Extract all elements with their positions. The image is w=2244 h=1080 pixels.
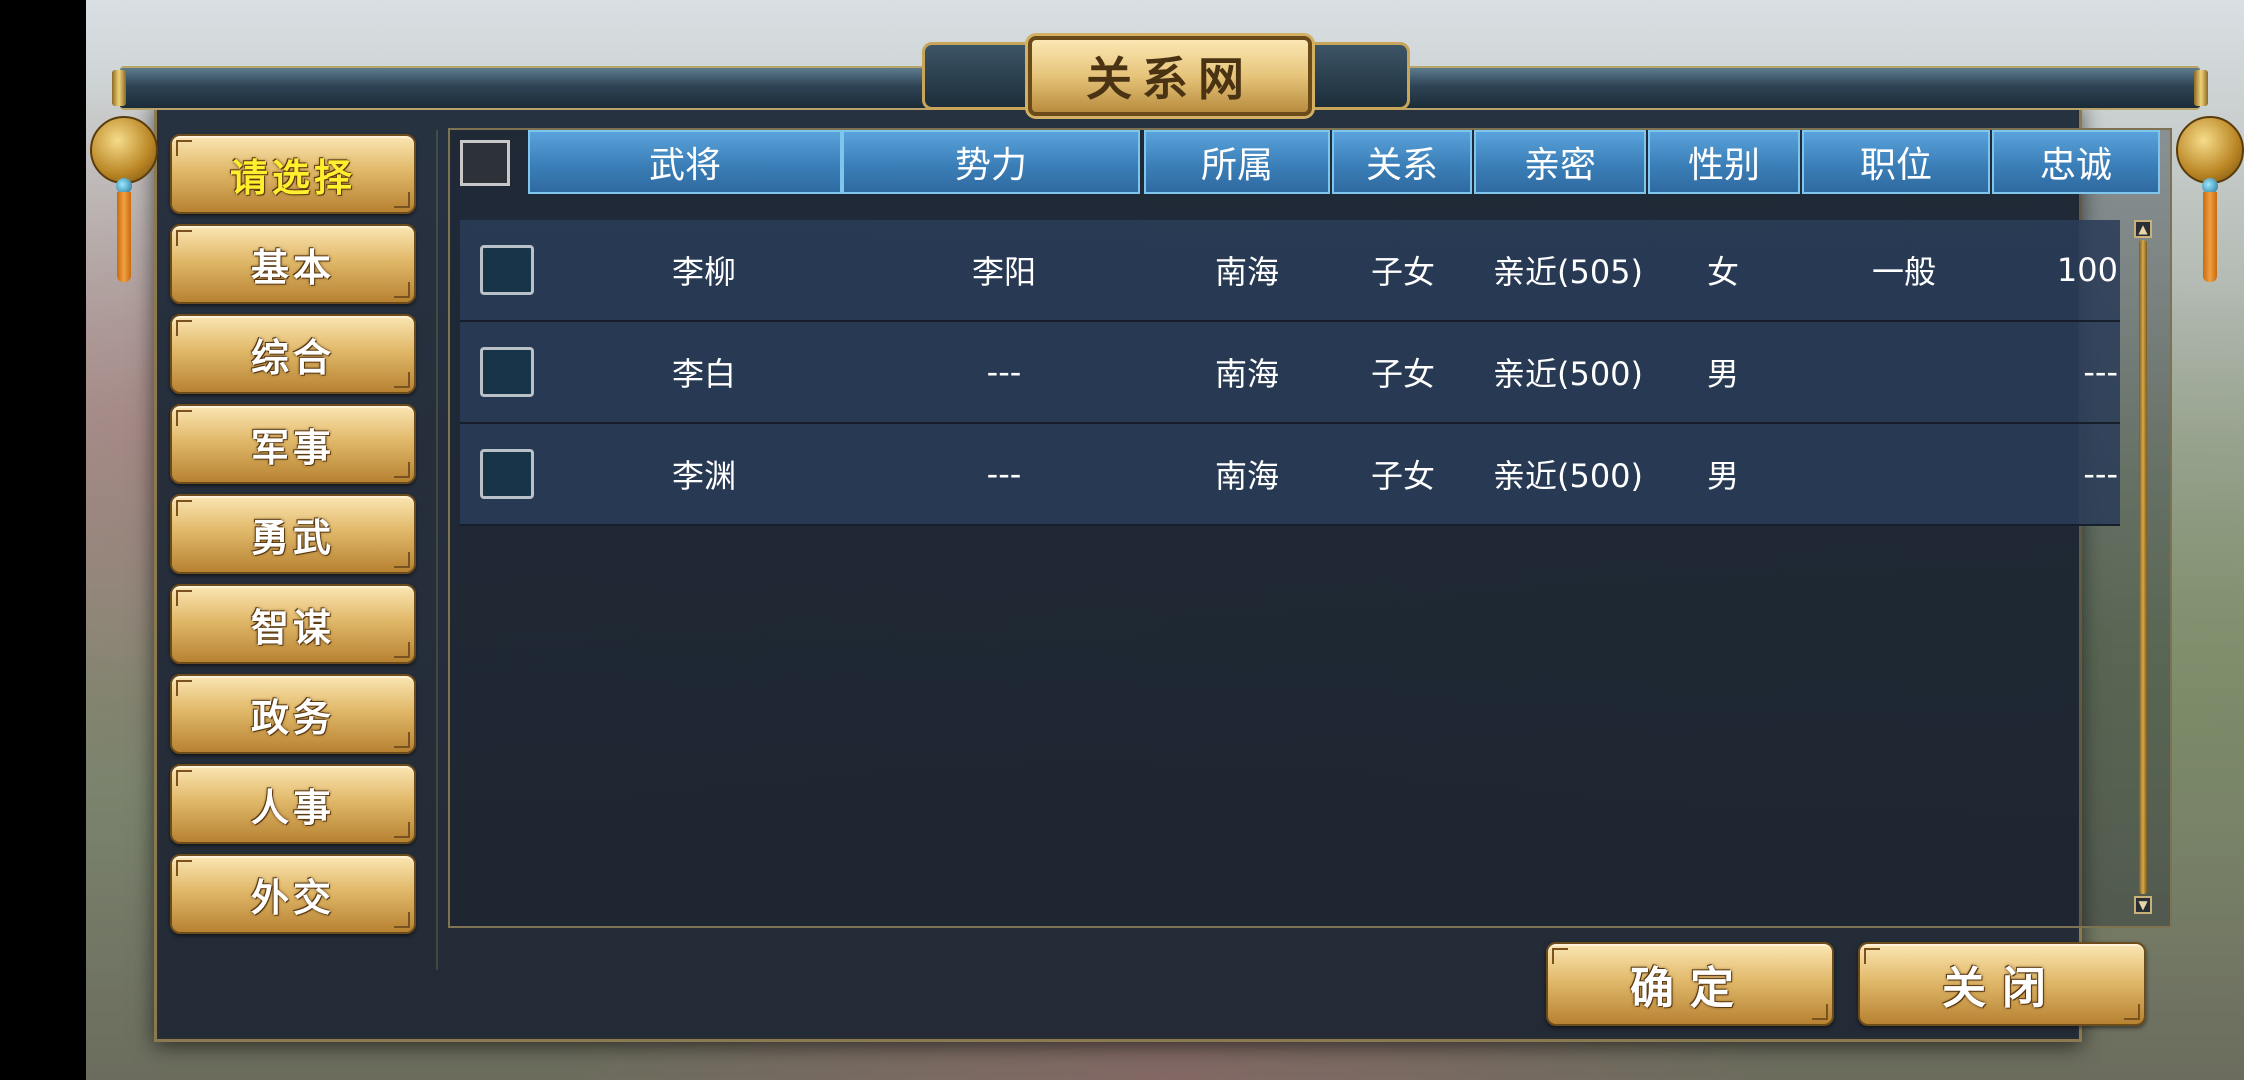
col-gender[interactable]: 性别: [1648, 130, 1800, 194]
divider: [436, 130, 438, 970]
cell-loyalty: ---: [2083, 455, 2118, 493]
nav-general[interactable]: 综合: [170, 314, 416, 394]
col-position[interactable]: 职位: [1802, 130, 1990, 194]
dialog-title: 关系网: [1028, 36, 1312, 116]
scroll-track[interactable]: [2139, 240, 2147, 894]
table-row[interactable]: 李渊 --- 南海 子女 亲近(500) 男 ---: [460, 424, 2120, 526]
nav-label: 请选择: [229, 155, 356, 200]
confirm-label: 确定: [1630, 963, 1750, 1014]
table-row[interactable]: 李白 --- 南海 子女 亲近(500) 男 ---: [460, 322, 2120, 424]
cell-relation: 子女: [1370, 355, 1435, 393]
cell-affiliation: 南海: [1214, 355, 1279, 393]
col-label: 亲密: [1523, 145, 1596, 186]
nav-military[interactable]: 军事: [170, 404, 416, 484]
cell-affiliation: 南海: [1214, 253, 1279, 291]
col-label: 职位: [1859, 145, 1932, 186]
cell-general: 李柳: [671, 253, 736, 291]
rod-end-right: [2194, 70, 2208, 106]
cell-faction: ---: [986, 455, 1022, 493]
nav-basic[interactable]: 基本: [170, 224, 416, 304]
ornament-right-icon: [2176, 116, 2244, 184]
col-relation[interactable]: 关系: [1332, 130, 1472, 194]
cell-position: 一般: [1871, 253, 1936, 291]
cell-relation: 子女: [1370, 253, 1435, 291]
cell-loyalty: 100: [2056, 251, 2118, 289]
cell-affiliation: 南海: [1214, 457, 1279, 495]
cell-intimacy: 亲近(500): [1492, 355, 1644, 393]
nav-label: 基本: [250, 245, 335, 290]
table-row[interactable]: 李柳 李阳 南海 子女 亲近(505) 女 一般 100: [460, 220, 2120, 322]
nav-valor[interactable]: 勇武: [170, 494, 416, 574]
nav-label: 勇武: [250, 515, 335, 560]
col-intimacy[interactable]: 亲密: [1474, 130, 1646, 194]
scroll-down-icon[interactable]: ▼: [2134, 896, 2152, 914]
row-checkbox[interactable]: [480, 245, 534, 295]
row-checkbox[interactable]: [480, 347, 534, 397]
nav-diplomacy[interactable]: 外交: [170, 854, 416, 934]
nav-personnel[interactable]: 人事: [170, 764, 416, 844]
cell-relation: 子女: [1370, 457, 1435, 495]
select-all-checkbox[interactable]: [460, 140, 510, 186]
cell-position: [1814, 322, 1994, 422]
nav-label: 政务: [250, 695, 335, 740]
nav-select[interactable]: 请选择: [170, 134, 416, 214]
rod-end-left: [112, 70, 126, 106]
nav-label: 人事: [250, 785, 335, 830]
table-header: 武将 势力 所属 关系 亲密 性别 职位 忠诚: [450, 130, 2160, 194]
close-label: 关闭: [1942, 963, 2062, 1014]
title-plaque: 关系网: [922, 36, 1410, 116]
cell-faction: 李阳: [971, 253, 1036, 291]
row-checkbox[interactable]: [480, 449, 534, 499]
cell-gender: 男: [1706, 355, 1739, 393]
cell-faction: ---: [986, 353, 1022, 391]
table-scrollbar[interactable]: ▲ ▼: [2134, 220, 2152, 914]
scroll-up-icon[interactable]: ▲: [2134, 220, 2152, 238]
col-label: 势力: [954, 145, 1027, 186]
col-loyalty[interactable]: 忠诚: [1992, 130, 2160, 194]
cell-intimacy: 亲近(500): [1492, 457, 1644, 495]
cell-general: 李白: [671, 355, 736, 393]
cell-general: 李渊: [671, 457, 736, 495]
col-general[interactable]: 武将: [528, 130, 842, 194]
close-button[interactable]: 关闭: [1858, 942, 2146, 1026]
cell-gender: 女: [1706, 253, 1739, 291]
tassel-right: [2203, 192, 2217, 282]
cell-loyalty: ---: [2083, 353, 2118, 391]
cell-position: [1814, 424, 1994, 524]
relationship-table: 武将 势力 所属 关系 亲密 性别 职位 忠诚 李柳 李阳 南海 子女 亲近(5…: [448, 128, 2172, 928]
col-label: 忠诚: [2039, 145, 2112, 186]
col-label: 武将: [648, 145, 721, 186]
tassel-left: [117, 192, 131, 282]
ornament-left-icon: [90, 116, 158, 184]
col-faction[interactable]: 势力: [842, 130, 1140, 194]
col-affiliation[interactable]: 所属: [1144, 130, 1330, 194]
nav-strategy[interactable]: 智谋: [170, 584, 416, 664]
nav-label: 军事: [250, 425, 335, 470]
col-label: 所属: [1200, 145, 1273, 186]
nav-politics[interactable]: 政务: [170, 674, 416, 754]
nav-label: 综合: [250, 335, 335, 380]
cell-gender: 男: [1706, 457, 1739, 495]
confirm-button[interactable]: 确定: [1546, 942, 1834, 1026]
col-label: 关系: [1365, 145, 1438, 186]
nav-label: 外交: [250, 875, 335, 920]
cell-intimacy: 亲近(505): [1492, 253, 1644, 291]
nav-label: 智谋: [250, 605, 335, 650]
col-label: 性别: [1687, 145, 1760, 186]
